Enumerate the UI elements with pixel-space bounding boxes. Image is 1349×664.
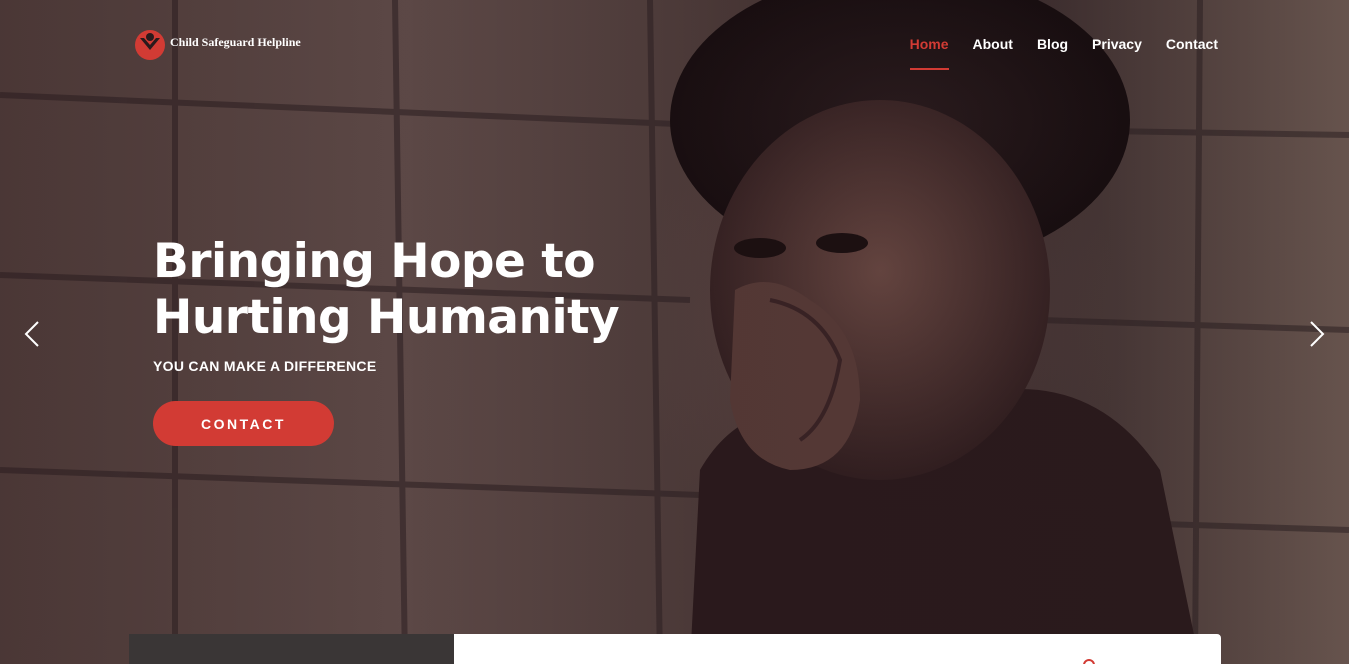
contact-button[interactable]: CONTACT <box>153 401 334 446</box>
hero-text: Bringing Hope to Hurting Humanity YOU CA… <box>153 234 713 374</box>
location-pin-icon <box>1083 659 1095 664</box>
nav-item-privacy[interactable]: Privacy <box>1092 36 1142 70</box>
slider-prev-button[interactable] <box>20 318 44 350</box>
headline-line-2: Hurting Humanity <box>153 290 620 345</box>
nav-item-about[interactable]: About <box>973 36 1013 70</box>
site-logo[interactable]: Child Safeguard Helpline <box>134 28 301 60</box>
hero-headline: Bringing Hope to Hurting Humanity <box>153 234 713 346</box>
info-panel-light <box>454 634 1221 664</box>
nav-item-blog[interactable]: Blog <box>1037 36 1068 70</box>
heart-child-logo-icon <box>135 30 165 60</box>
chevron-left-icon <box>24 321 39 347</box>
slider-next-button[interactable] <box>1305 318 1329 350</box>
info-panel-dark <box>129 634 454 664</box>
headline-line-1: Bringing Hope to <box>153 234 596 289</box>
site-name: Child Safeguard Helpline <box>170 34 301 49</box>
nav-item-contact[interactable]: Contact <box>1166 36 1218 70</box>
hero-subheadline: YOU CAN MAKE A DIFFERENCE <box>153 358 377 374</box>
nav-item-home[interactable]: Home <box>909 36 949 70</box>
chevron-right-icon <box>1310 321 1325 347</box>
main-nav: Home About Blog Privacy Contact <box>909 36 1218 70</box>
